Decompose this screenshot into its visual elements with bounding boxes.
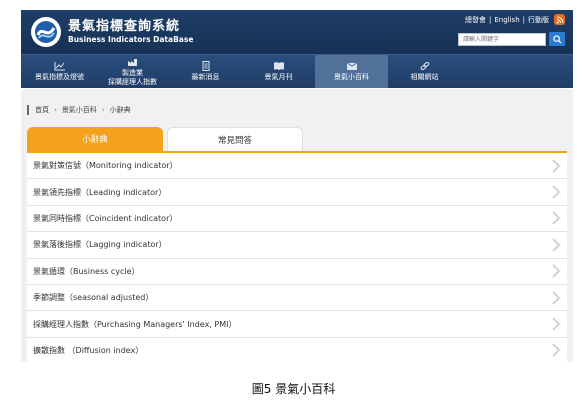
tab-glossary[interactable]: 小辭典: [27, 127, 163, 151]
list-item-label: 採購經理人指數（Purchasing Managers' Index, PMI）: [33, 319, 237, 329]
divider: |: [489, 15, 492, 24]
tab-bar: 小辭典 常見問答: [27, 127, 567, 151]
book-icon: [273, 61, 285, 71]
nav-item-indicators[interactable]: 景氣指標及燈號: [23, 55, 96, 88]
nav-item-news[interactable]: 最新消息: [169, 55, 242, 88]
list-item[interactable]: 景氣落後指標（Lagging indicator）: [27, 232, 567, 259]
chevron-right-icon: [551, 290, 561, 305]
nav-item-label: 相關網站: [410, 73, 439, 81]
top-links: 總發會 | English | 行動版: [465, 14, 565, 25]
breadcrumb-encyclopedia[interactable]: 景氣小百科: [62, 105, 97, 115]
nav-item-encyclopedia[interactable]: 景氣小百科: [315, 55, 388, 88]
search-button[interactable]: [549, 32, 565, 46]
chevron-right-icon: [551, 264, 561, 278]
app-window: 景氣指標查詢系統 Business Indicators DataBase 總發…: [21, 10, 573, 362]
site-subtitle: Business Indicators DataBase: [68, 35, 194, 44]
nav-item-pmi[interactable]: 製造業 採購經理人指數: [96, 55, 169, 88]
list-item[interactable]: 擴散指數 （Diffusion index）: [27, 338, 567, 362]
divider: |: [522, 15, 525, 24]
list-item-label: 季節調整（seasonal adjusted）: [33, 293, 154, 303]
site-title: 景氣指標查詢系統: [68, 19, 181, 34]
list-item[interactable]: 景氣對策信號（Monitoring indicator）: [27, 153, 567, 180]
nav-item-label: 最新消息: [191, 73, 220, 81]
main-nav: 景氣指標及燈號 製造業 採購經理人指數 最新消息 景氣月刊 景氣小百科 相關網站: [21, 54, 573, 88]
list-item-label: 景氣落後指標（Lagging indicator）: [33, 240, 167, 250]
chevron-right-icon: ›: [101, 106, 105, 114]
nav-item-links[interactable]: 相關網站: [388, 55, 461, 88]
main-content: 首頁 › 景氣小百科 › 小辭典 小辭典 常見問答 景氣對策信號（Monitor…: [21, 89, 573, 362]
search-icon: [552, 34, 562, 44]
chevron-right-icon: [551, 238, 561, 252]
chevron-right-icon: [551, 211, 561, 226]
search-input[interactable]: [458, 32, 546, 46]
list-item[interactable]: 採購經理人指數（Purchasing Managers' Index, PMI）: [27, 311, 567, 338]
top-link-mobile[interactable]: 行動版: [528, 15, 549, 25]
nav-item-monthly[interactable]: 景氣月刊: [242, 55, 315, 88]
list-item[interactable]: 季節調整（seasonal adjusted）: [27, 285, 567, 312]
breadcrumb-marker: [27, 105, 29, 115]
list-item[interactable]: 景氣循環（Business cycle）: [27, 259, 567, 285]
breadcrumb: 首頁 › 景氣小百科 › 小辭典: [27, 99, 567, 121]
brand: 景氣指標查詢系統 Business Indicators DataBase: [68, 19, 193, 45]
chevron-right-icon: [551, 343, 561, 358]
list-item[interactable]: 景氣領先指標（Leading indicator）: [27, 179, 567, 206]
breadcrumb-current: 小辭典: [109, 106, 131, 114]
glossary-list: 景氣對策信號（Monitoring indicator） 景氣領先指標（Lead…: [27, 153, 567, 362]
list-item[interactable]: 景氣同時指標（Coincident indicator）: [27, 206, 567, 233]
nav-item-label: 製造業 採購經理人指數: [108, 68, 157, 86]
factory-icon: [127, 57, 139, 67]
logo-icon[interactable]: [31, 17, 61, 47]
top-link-english[interactable]: English: [494, 16, 519, 24]
list-item-label: 景氣對策信號（Monitoring indicator）: [33, 161, 178, 171]
line-chart-icon: [54, 61, 66, 71]
link-icon: [419, 61, 431, 71]
list-item-label: 景氣領先指標（Leading indicator）: [33, 187, 167, 197]
chevron-right-icon: [551, 185, 561, 199]
nav-item-label: 景氣月刊: [264, 73, 293, 81]
top-link-ndc[interactable]: 總發會: [465, 15, 486, 25]
list-item-label: 擴散指數 （Diffusion index）: [33, 345, 144, 355]
figure-caption: 圖5 景氣小百科: [251, 382, 336, 396]
nav-item-label: 景氣指標及燈號: [35, 73, 84, 81]
list-item-label: 景氣循環（Business cycle）: [33, 266, 140, 276]
site-header: 景氣指標查詢系統 Business Indicators DataBase 總發…: [21, 10, 573, 54]
rss-icon[interactable]: [554, 14, 565, 25]
chevron-right-icon: ›: [54, 106, 57, 114]
nav-item-label: 景氣小百科: [334, 73, 369, 81]
breadcrumb-home[interactable]: 首頁: [35, 105, 49, 115]
chevron-right-icon: [551, 317, 561, 331]
encyclopedia-icon: [346, 61, 358, 71]
list-item-label: 景氣同時指標（Coincident indicator）: [33, 213, 178, 223]
chevron-right-icon: [551, 158, 561, 173]
tab-faq[interactable]: 常見問答: [167, 127, 303, 151]
news-icon: [200, 61, 212, 71]
search-bar: [458, 32, 565, 46]
